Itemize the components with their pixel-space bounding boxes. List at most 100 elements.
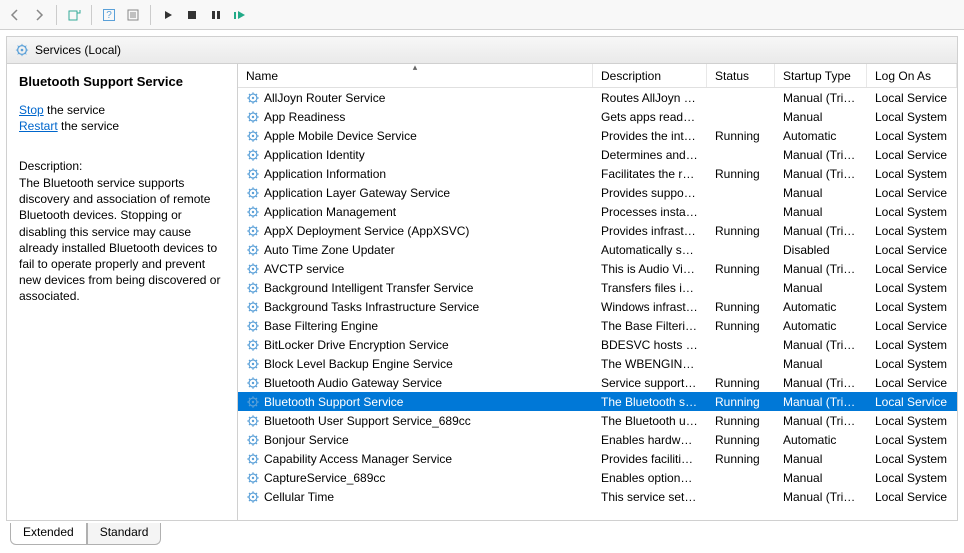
cell-name: Bluetooth User Support Service_689cc xyxy=(238,414,593,428)
cell-status: Running xyxy=(707,395,775,409)
table-row[interactable]: Bluetooth Support ServiceThe Bluetooth s… xyxy=(238,392,957,411)
table-row[interactable]: Application ManagementProcesses installa… xyxy=(238,202,957,221)
cell-logon: Local System xyxy=(867,414,957,428)
gear-icon xyxy=(246,205,260,219)
service-name-text: Application Information xyxy=(264,167,386,181)
table-row[interactable]: Base Filtering EngineThe Base Filtering … xyxy=(238,316,957,335)
cell-logon: Local System xyxy=(867,338,957,352)
table-row[interactable]: Application IdentityDetermines and v...M… xyxy=(238,145,957,164)
table-row[interactable]: AppX Deployment Service (AppXSVC) Provide… xyxy=(238,221,957,240)
column-header-description[interactable]: Description xyxy=(593,64,707,87)
cell-startup: Manual xyxy=(775,205,867,219)
gear-icon xyxy=(246,186,260,200)
cell-name: Bluetooth Audio Gateway Service xyxy=(238,376,593,390)
column-header-name-label: Name xyxy=(246,69,278,83)
cell-description: This service sets ti... xyxy=(593,490,707,504)
cell-startup: Manual (Trig... xyxy=(775,490,867,504)
table-row[interactable]: AllJoyn Router ServiceRoutes AllJoyn me.… xyxy=(238,88,957,107)
forward-button[interactable] xyxy=(28,4,50,26)
table-row[interactable]: Bluetooth User Support Service_689ccThe … xyxy=(238,411,957,430)
table-row[interactable]: Background Intelligent Transfer Service T… xyxy=(238,278,957,297)
stop-service-button[interactable] xyxy=(181,4,203,26)
cell-status: Running xyxy=(707,129,775,143)
cell-logon: Local Service xyxy=(867,186,957,200)
gear-icon xyxy=(246,281,260,295)
cell-description: Provides infrastru... xyxy=(593,224,707,238)
stop-action-line: Stop the service xyxy=(19,103,225,117)
cell-logon: Local Service xyxy=(867,490,957,504)
table-row[interactable]: Bonjour ServiceEnables hardware ...Runni… xyxy=(238,430,957,449)
cell-description: Transfers files in th... xyxy=(593,281,707,295)
column-header-status[interactable]: Status xyxy=(707,64,775,87)
column-header-startup[interactable]: Startup Type xyxy=(775,64,867,87)
table-row[interactable]: CaptureService_689ccEnables optional s..… xyxy=(238,468,957,487)
service-rows[interactable]: AllJoyn Router ServiceRoutes AllJoyn me.… xyxy=(238,88,957,520)
pause-service-button[interactable] xyxy=(205,4,227,26)
service-name-text: Bonjour Service xyxy=(264,433,349,447)
table-row[interactable]: BitLocker Drive Encryption ServiceBDESVC… xyxy=(238,335,957,354)
cell-logon: Local System xyxy=(867,433,957,447)
service-name-text: Application Management xyxy=(264,205,396,219)
back-button[interactable] xyxy=(4,4,26,26)
cell-name: BitLocker Drive Encryption Service xyxy=(238,338,593,352)
table-row[interactable]: Capability Access Manager ServiceProvide… xyxy=(238,449,957,468)
selected-service-name: Bluetooth Support Service xyxy=(19,74,225,89)
cell-description: The Bluetooth ser... xyxy=(593,395,707,409)
table-row[interactable]: Block Level Backup Engine ServiceThe WBE… xyxy=(238,354,957,373)
cell-description: Windows infrastru... xyxy=(593,300,707,314)
tab-standard[interactable]: Standard xyxy=(87,523,162,545)
cell-startup: Automatic xyxy=(775,433,867,447)
cell-name: Bonjour Service xyxy=(238,433,593,447)
service-name-text: AppX Deployment Service (AppXSVC) xyxy=(264,224,469,238)
cell-description: Provides the interf... xyxy=(593,129,707,143)
tab-extended[interactable]: Extended xyxy=(10,523,87,545)
cell-name: Apple Mobile Device Service xyxy=(238,129,593,143)
table-row[interactable]: Auto Time Zone UpdaterAutomatically sets… xyxy=(238,240,957,259)
cell-startup: Disabled xyxy=(775,243,867,257)
cell-description: Determines and v... xyxy=(593,148,707,162)
list-pane: Name▴ Description Status Startup Type Lo… xyxy=(238,64,957,520)
details-pane: Bluetooth Support Service Stop the servi… xyxy=(7,64,238,520)
cell-name: Cellular Time xyxy=(238,490,593,504)
help-button[interactable]: ? xyxy=(98,4,120,26)
cell-logon: Local System xyxy=(867,224,957,238)
cell-name: App Readiness xyxy=(238,110,593,124)
gear-icon xyxy=(246,452,260,466)
table-row[interactable]: AVCTP serviceThis is Audio Vide...Runnin… xyxy=(238,259,957,278)
cell-startup: Automatic xyxy=(775,129,867,143)
table-row[interactable]: Apple Mobile Device ServiceProvides the … xyxy=(238,126,957,145)
service-name-text: Background Intelligent Transfer Service xyxy=(264,281,473,295)
service-name-text: Application Identity xyxy=(264,148,365,162)
table-row[interactable]: App ReadinessGets apps ready fo...Manual… xyxy=(238,107,957,126)
service-name-text: Bluetooth Audio Gateway Service xyxy=(264,376,442,390)
table-row[interactable]: Application InformationFacilitates the r… xyxy=(238,164,957,183)
restart-link[interactable]: Restart xyxy=(19,119,58,133)
cell-name: Application Identity xyxy=(238,148,593,162)
cell-name: AVCTP service xyxy=(238,262,593,276)
cell-status: Running xyxy=(707,414,775,428)
description-label: Description: xyxy=(19,159,225,173)
column-header-logon[interactable]: Log On As xyxy=(867,64,957,87)
table-row[interactable]: Cellular TimeThis service sets ti... Manu… xyxy=(238,487,957,506)
start-service-button[interactable] xyxy=(157,4,179,26)
cell-status: Running xyxy=(707,452,775,466)
cell-logon: Local Service xyxy=(867,262,957,276)
restart-service-button[interactable] xyxy=(229,4,251,26)
service-name-text: Application Layer Gateway Service xyxy=(264,186,450,200)
cell-startup: Manual (Trig... xyxy=(775,395,867,409)
table-row[interactable]: Application Layer Gateway ServiceProvide… xyxy=(238,183,957,202)
cell-description: The Bluetooth use... xyxy=(593,414,707,428)
cell-logon: Local System xyxy=(867,452,957,466)
column-header-name[interactable]: Name▴ xyxy=(238,64,593,87)
cell-logon: Local Service xyxy=(867,91,957,105)
gear-icon xyxy=(246,167,260,181)
description-text: The Bluetooth service supports discovery… xyxy=(19,175,225,305)
table-row[interactable]: Background Tasks Infrastructure ServiceW… xyxy=(238,297,957,316)
stop-link[interactable]: Stop xyxy=(19,103,44,117)
gear-icon xyxy=(246,319,260,333)
table-row[interactable]: Bluetooth Audio Gateway ServiceService s… xyxy=(238,373,957,392)
cell-name: AppX Deployment Service (AppXSVC) xyxy=(238,224,593,238)
service-name-text: App Readiness xyxy=(264,110,345,124)
export-button[interactable] xyxy=(63,4,85,26)
properties-button[interactable] xyxy=(122,4,144,26)
